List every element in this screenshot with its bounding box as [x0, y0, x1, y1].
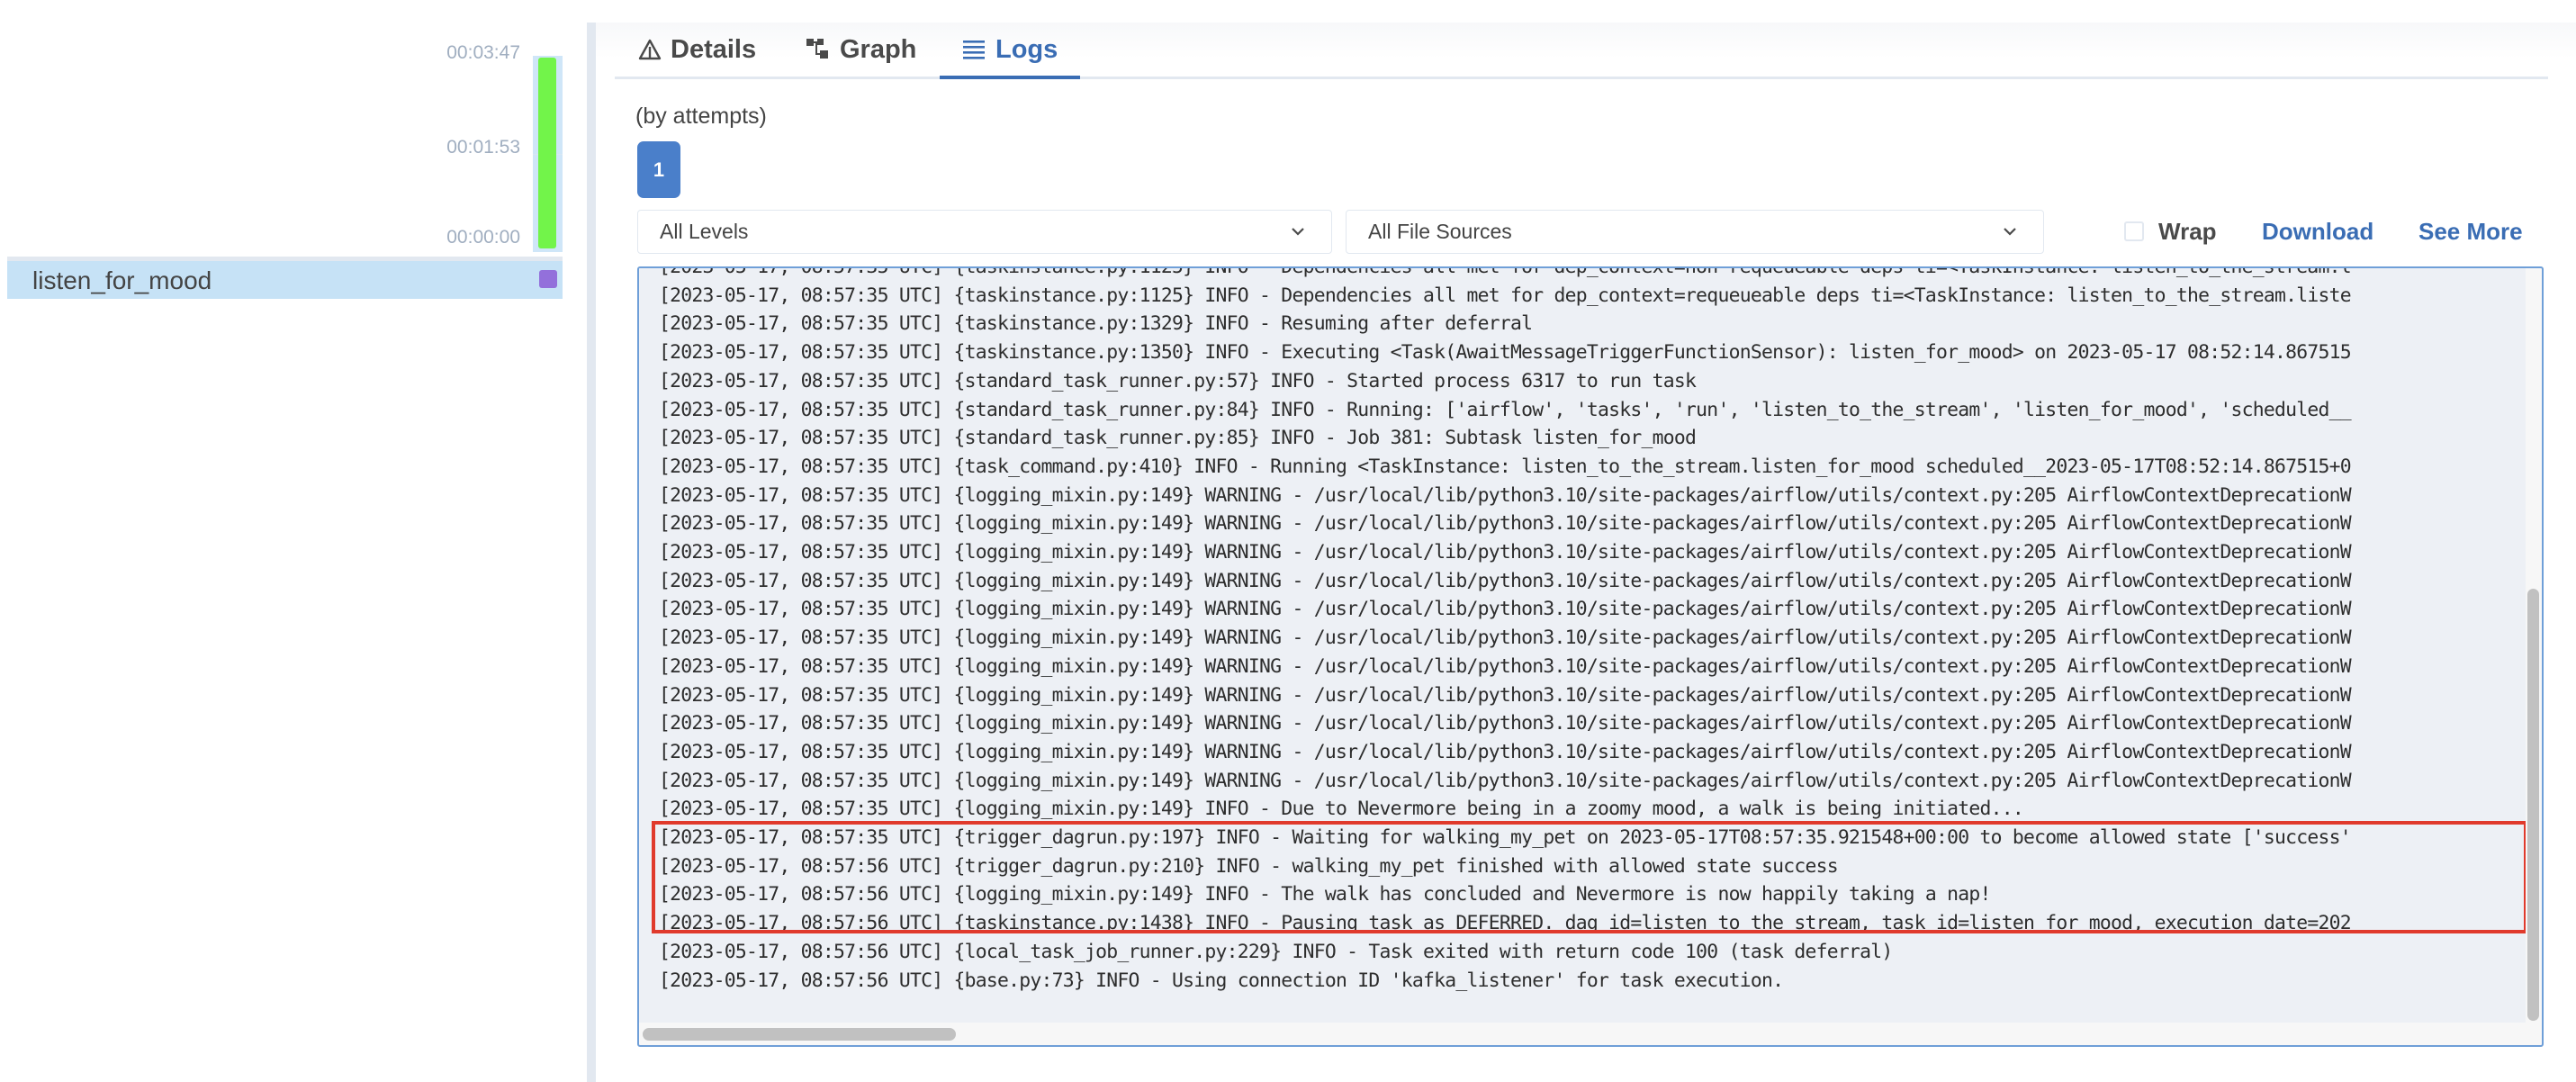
- graph-icon: [806, 38, 831, 61]
- grid-sidebar: 00:03:47 00:01:53 00:00:00: [0, 23, 587, 1082]
- download-link[interactable]: Download: [2262, 218, 2373, 246]
- tab-graph[interactable]: Graph: [806, 23, 916, 77]
- tab-details[interactable]: Details: [638, 23, 756, 77]
- tab-details-label: Details: [671, 34, 757, 64]
- log-line: [2023-05-17, 08:57:35 UTC] {logging_mixi…: [659, 654, 2352, 678]
- log-line: [2023-05-17, 08:57:35 UTC] {taskinstance…: [659, 268, 2352, 282]
- log-line: [2023-05-17, 08:57:35 UTC] {standard_tas…: [659, 427, 1697, 450]
- log-line: [2023-05-17, 08:57:56 UTC] {logging_mixi…: [659, 883, 1991, 906]
- file-source-value: All File Sources: [1368, 220, 1512, 243]
- task-row-listen-for-mood[interactable]: listen_for_mood: [7, 257, 563, 299]
- log-line: [2023-05-17, 08:57:35 UTC] {logging_mixi…: [659, 512, 2352, 536]
- chevron-down-icon: [2004, 228, 2016, 236]
- duration-tick-mid: 00:01:53: [446, 137, 520, 158]
- log-output[interactable]: [2023-05-17, 08:57:35 UTC] {taskinstance…: [637, 266, 2544, 1047]
- tab-bar: Details Graph Logs: [615, 23, 2548, 79]
- log-line: [2023-05-17, 08:57:35 UTC] {logging_mixi…: [659, 798, 2024, 821]
- panel-resize-divider[interactable]: [587, 23, 596, 1082]
- log-line: [2023-05-17, 08:57:56 UTC] {taskinstance…: [659, 912, 2352, 935]
- log-line: [2023-05-17, 08:57:56 UTC] {local_task_j…: [659, 940, 1893, 963]
- attempt-1-button[interactable]: 1: [637, 141, 680, 198]
- log-line: [2023-05-17, 08:57:35 UTC] {trigger_dagr…: [659, 826, 2352, 850]
- log-line: [2023-05-17, 08:57:35 UTC] {taskinstance…: [659, 284, 2352, 307]
- vertical-scrollbar[interactable]: [2527, 589, 2539, 1021]
- log-line: [2023-05-17, 08:57:35 UTC] {standard_tas…: [659, 398, 2352, 421]
- log-line: [2023-05-17, 08:57:35 UTC] {taskinstance…: [659, 341, 2352, 365]
- duration-bar[interactable]: [538, 58, 556, 248]
- log-line: [2023-05-17, 08:57:35 UTC] {logging_mixi…: [659, 569, 2352, 592]
- log-line: [2023-05-17, 08:57:35 UTC] {logging_mixi…: [659, 483, 2352, 507]
- tab-graph-label: Graph: [840, 34, 917, 64]
- wrap-checkbox[interactable]: [2124, 221, 2144, 241]
- chevron-down-icon: [1292, 228, 1304, 236]
- log-line: [2023-05-17, 08:57:35 UTC] {task_command…: [659, 455, 2352, 478]
- log-line: [2023-05-17, 08:57:35 UTC] {logging_mixi…: [659, 541, 2352, 564]
- log-line: [2023-05-17, 08:57:35 UTC] {logging_mixi…: [659, 683, 2352, 707]
- tab-logs-label: Logs: [995, 34, 1058, 64]
- list-lines-icon: [963, 40, 986, 59]
- log-lines: [2023-05-17, 08:57:35 UTC] {taskinstance…: [659, 268, 2352, 995]
- top-strip: [0, 0, 2576, 23]
- log-line: [2023-05-17, 08:57:35 UTC] {logging_mixi…: [659, 627, 2352, 650]
- attempts-label: (by attempts): [635, 104, 767, 129]
- log-line: [2023-05-17, 08:57:35 UTC] {standard_tas…: [659, 369, 1697, 392]
- log-level-select[interactable]: All Levels: [637, 210, 1332, 254]
- log-line: [2023-05-17, 08:57:35 UTC] {logging_mixi…: [659, 740, 2352, 763]
- log-line: [2023-05-17, 08:57:35 UTC] {taskinstance…: [659, 312, 1533, 336]
- log-level-value: All Levels: [660, 220, 749, 243]
- log-line: [2023-05-17, 08:57:56 UTC] {base.py:73} …: [659, 969, 1784, 992]
- duration-tick-min: 00:00:00: [446, 227, 520, 248]
- wrap-label[interactable]: Wrap: [2158, 218, 2217, 246]
- log-line: [2023-05-17, 08:57:35 UTC] {logging_mixi…: [659, 598, 2352, 621]
- file-source-select[interactable]: All File Sources: [1346, 210, 2044, 254]
- log-line: [2023-05-17, 08:57:35 UTC] {logging_mixi…: [659, 712, 2352, 735]
- tab-logs[interactable]: Logs: [939, 23, 1081, 79]
- see-more-link[interactable]: See More: [2418, 218, 2523, 246]
- log-line: [2023-05-17, 08:57:56 UTC] {trigger_dagr…: [659, 854, 1839, 878]
- duration-tick-max: 00:03:47: [446, 42, 520, 63]
- log-line: [2023-05-17, 08:57:35 UTC] {logging_mixi…: [659, 769, 2352, 792]
- task-state-square[interactable]: [539, 270, 557, 288]
- log-content: [2023-05-17, 08:57:35 UTC] {taskinstance…: [639, 268, 2526, 1023]
- warning-triangle-icon: [638, 38, 662, 61]
- horizontal-scrollbar[interactable]: [643, 1028, 956, 1041]
- task-name[interactable]: listen_for_mood: [32, 266, 212, 295]
